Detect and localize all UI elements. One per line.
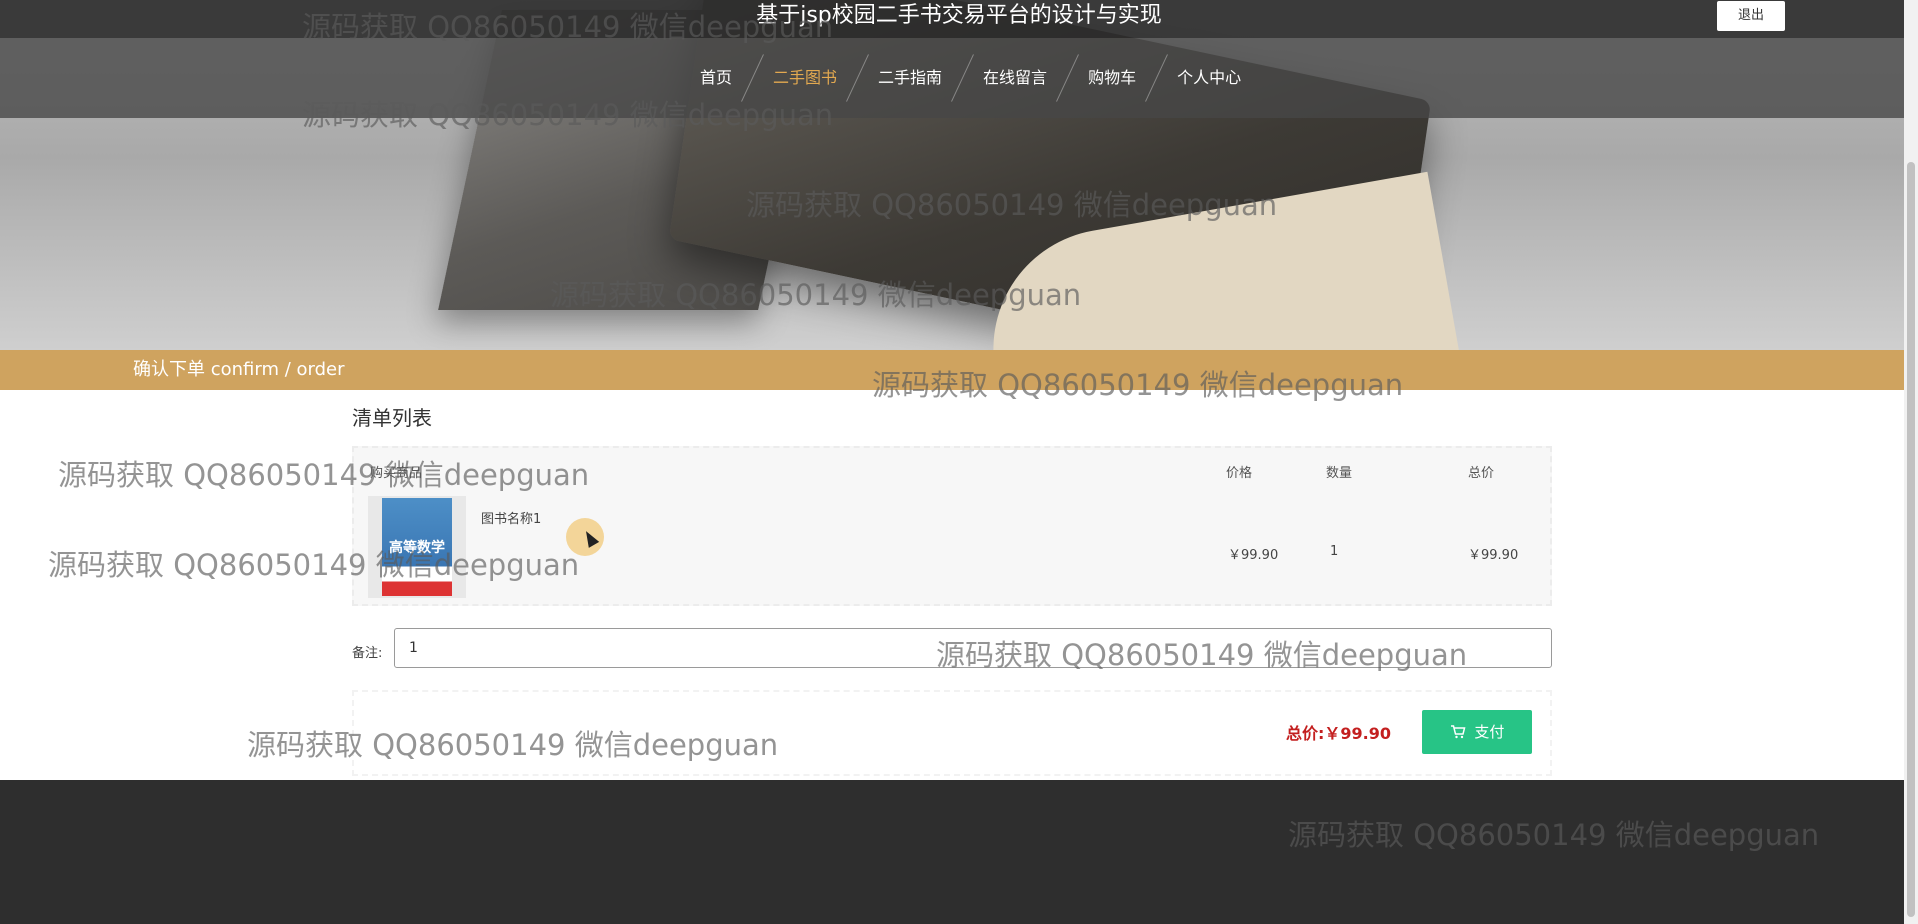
header-price: 价格 <box>1226 466 1253 481</box>
scrollbar[interactable] <box>1904 0 1918 924</box>
nav-item-guide[interactable]: 二手指南 <box>858 38 962 118</box>
site-title: 基于jsp校园二手书交易平台的设计与实现 <box>756 3 1162 28</box>
pay-label: 支付 <box>1474 723 1505 741</box>
breadcrumb: 确认下单 confirm / order <box>133 359 345 380</box>
grand-total-label: 总价: <box>1286 724 1325 743</box>
book-name: 图书名称1 <box>481 512 542 527</box>
book-cover-image: 高等数学 <box>368 496 466 598</box>
scrollbar-thumb[interactable] <box>1907 162 1915 917</box>
nav-list: 首页 二手图书 二手指南 在线留言 购物车 个人中心 <box>680 38 1261 118</box>
breadcrumb-strip: 确认下单 confirm / order <box>0 350 1904 390</box>
nav-item-home[interactable]: 首页 <box>680 38 752 118</box>
footer <box>0 780 1904 924</box>
header-quantity: 数量 <box>1326 466 1353 481</box>
main-nav: 首页 二手图书 二手指南 在线留言 购物车 个人中心 <box>0 38 1904 118</box>
header-total: 总价 <box>1468 466 1495 481</box>
remark-input[interactable] <box>394 628 1552 668</box>
nav-item-profile[interactable]: 个人中心 <box>1157 38 1261 118</box>
grand-total-value: ￥99.90 <box>1324 724 1392 743</box>
cart-icon <box>1450 723 1475 741</box>
pay-button[interactable]: 支付 <box>1422 710 1532 754</box>
order-list: 购买商品 价格 数量 总价 高等数学 图书名称1 ￥99.90 1 ￥99.90 <box>352 446 1552 606</box>
item-total: ￥99.90 <box>1468 548 1519 563</box>
book-cover-title: 高等数学 <box>382 498 452 596</box>
remark-label: 备注: <box>352 646 383 661</box>
logout-button[interactable]: 退出 <box>1717 1 1785 31</box>
nav-item-used-books[interactable]: 二手图书 <box>753 38 857 118</box>
page: 基于jsp校园二手书交易平台的设计与实现 退出 首页 二手图书 二手指南 在线留… <box>0 0 1918 924</box>
section-title: 清单列表 <box>352 406 432 430</box>
nav-item-messages[interactable]: 在线留言 <box>963 38 1067 118</box>
header-item: 购买商品 <box>370 466 423 481</box>
order-content: 清单列表 购买商品 价格 数量 总价 高等数学 图书名称1 ￥99.90 1 ￥… <box>0 390 1904 780</box>
nav-item-cart[interactable]: 购物车 <box>1068 38 1156 118</box>
grand-total: 总价:￥99.90 <box>1286 720 1391 744</box>
item-price: ￥99.90 <box>1228 548 1279 563</box>
payment-box: 总价:￥99.90 支付 <box>352 690 1552 776</box>
item-quantity: 1 <box>1330 544 1339 559</box>
